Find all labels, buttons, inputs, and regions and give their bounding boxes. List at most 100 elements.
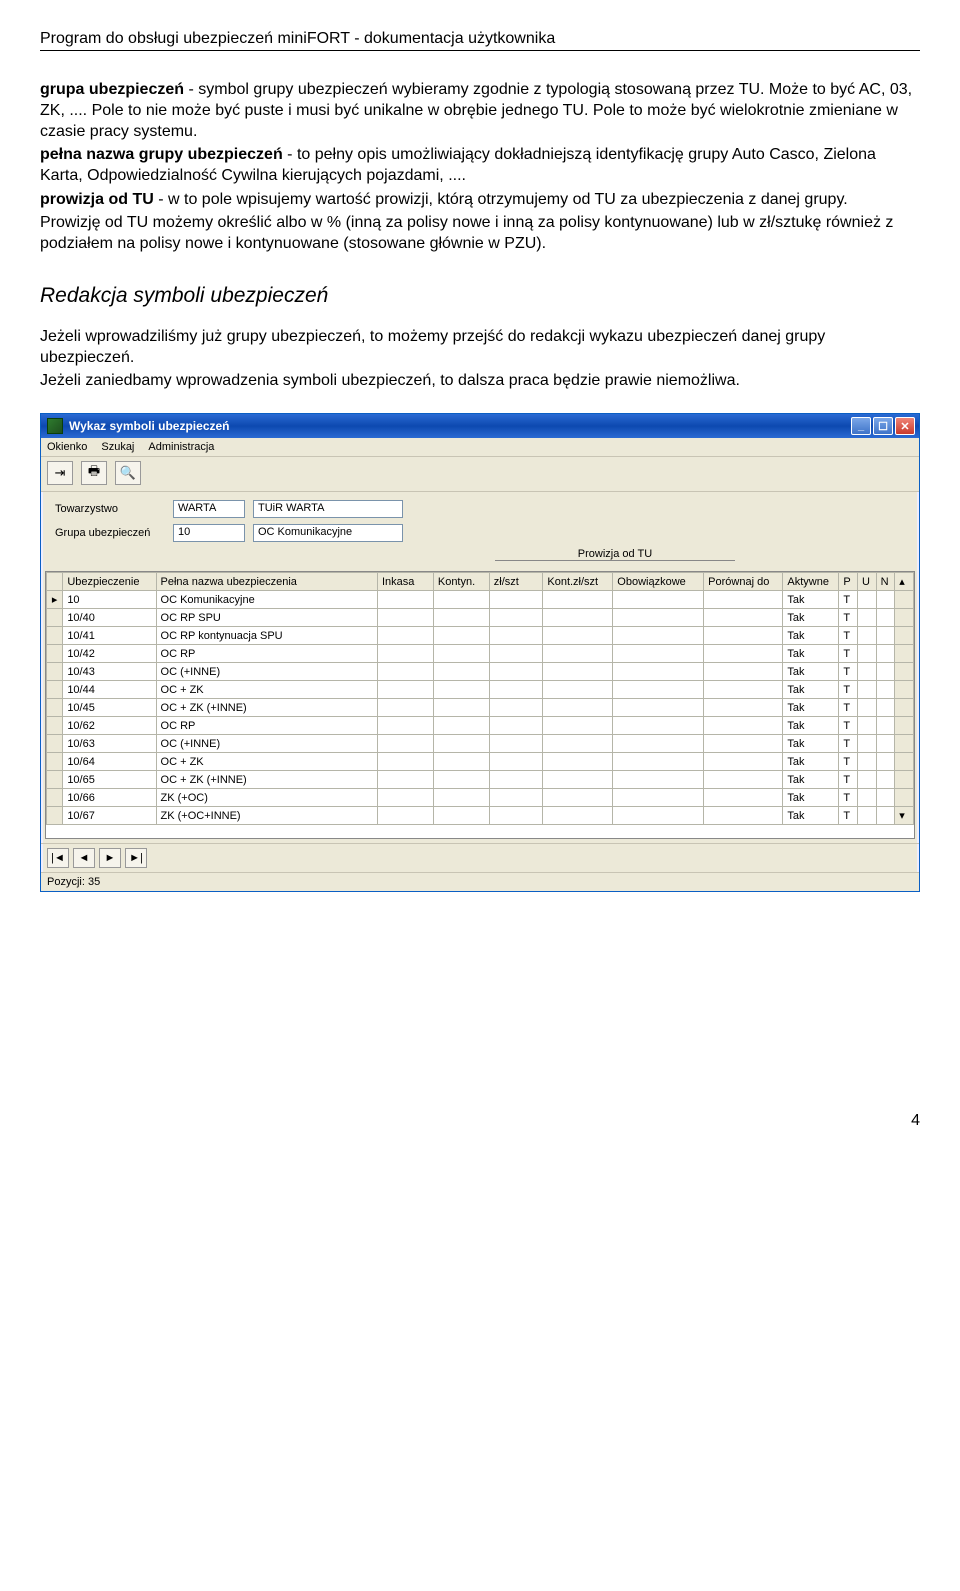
table-row[interactable]: 10/44OC + ZKTakT (47, 681, 914, 699)
cell-p[interactable]: T (839, 735, 858, 753)
cell-kontyn[interactable] (433, 789, 489, 807)
scroll-track[interactable] (895, 627, 914, 645)
cell-porow[interactable] (704, 645, 783, 663)
cell-n[interactable] (876, 663, 895, 681)
cell-n[interactable] (876, 627, 895, 645)
cell-akt[interactable]: Tak (783, 663, 839, 681)
cell-u[interactable] (857, 807, 876, 825)
cell-kontyn[interactable] (433, 735, 489, 753)
cell-inkasa[interactable] (377, 789, 433, 807)
cell-p[interactable]: T (839, 627, 858, 645)
cell-pelna[interactable]: OC RP (156, 717, 377, 735)
close-button[interactable]: ✕ (895, 417, 915, 435)
table-row[interactable]: 10/45OC + ZK (+INNE)TakT (47, 699, 914, 717)
cell-pelna[interactable]: OC (+INNE) (156, 735, 377, 753)
cell-zlszt[interactable] (489, 699, 543, 717)
cell-akt[interactable]: Tak (783, 771, 839, 789)
cell-zlszt[interactable] (489, 663, 543, 681)
cell-obow[interactable] (613, 663, 704, 681)
maximize-button[interactable]: ☐ (873, 417, 893, 435)
cell-obow[interactable] (613, 627, 704, 645)
cell-kontyn[interactable] (433, 663, 489, 681)
nav-prev-button[interactable]: ◄ (73, 848, 95, 868)
scroll-track[interactable] (895, 789, 914, 807)
cell-porow[interactable] (704, 807, 783, 825)
cell-inkasa[interactable] (377, 663, 433, 681)
cell-kontyn[interactable] (433, 699, 489, 717)
cell-n[interactable] (876, 735, 895, 753)
cell-n[interactable] (876, 753, 895, 771)
scroll-track[interactable] (895, 753, 914, 771)
cell-akt[interactable]: Tak (783, 627, 839, 645)
cell-ubez[interactable]: 10 (63, 591, 156, 609)
cell-obow[interactable] (613, 717, 704, 735)
cell-p[interactable]: T (839, 771, 858, 789)
cell-obow[interactable] (613, 681, 704, 699)
hdr-n[interactable]: N (876, 573, 895, 591)
cell-obow[interactable] (613, 753, 704, 771)
titlebar[interactable]: Wykaz symboli ubezpieczeń _ ☐ ✕ (41, 414, 919, 438)
cell-n[interactable] (876, 699, 895, 717)
cell-u[interactable] (857, 771, 876, 789)
cell-p[interactable]: T (839, 717, 858, 735)
cell-akt[interactable]: Tak (783, 681, 839, 699)
cell-ubez[interactable]: 10/63 (63, 735, 156, 753)
cell-obow[interactable] (613, 699, 704, 717)
cell-kontyn[interactable] (433, 645, 489, 663)
cell-n[interactable] (876, 645, 895, 663)
cell-p[interactable]: T (839, 609, 858, 627)
cell-zlszt[interactable] (489, 591, 543, 609)
nav-first-button[interactable]: |◄ (47, 848, 69, 868)
cell-obow[interactable] (613, 789, 704, 807)
cell-porow[interactable] (704, 699, 783, 717)
toolbar-btn-find-icon[interactable]: 🔍 (115, 461, 141, 485)
cell-kontzl[interactable] (543, 699, 613, 717)
cell-obow[interactable] (613, 771, 704, 789)
scroll-track[interactable] (895, 735, 914, 753)
cell-p[interactable]: T (839, 789, 858, 807)
scroll-track[interactable] (895, 717, 914, 735)
cell-p[interactable]: T (839, 753, 858, 771)
cell-obow[interactable] (613, 735, 704, 753)
cell-u[interactable] (857, 591, 876, 609)
cell-p[interactable]: T (839, 591, 858, 609)
cell-inkasa[interactable] (377, 699, 433, 717)
cell-inkasa[interactable] (377, 771, 433, 789)
cell-u[interactable] (857, 645, 876, 663)
hdr-scroll-up-icon[interactable]: ▴ (895, 573, 914, 591)
scroll-track[interactable] (895, 699, 914, 717)
cell-kontyn[interactable] (433, 681, 489, 699)
cell-kontzl[interactable] (543, 609, 613, 627)
cell-obow[interactable] (613, 609, 704, 627)
cell-pelna[interactable]: OC Komunikacyjne (156, 591, 377, 609)
scroll-track[interactable] (895, 645, 914, 663)
cell-u[interactable] (857, 681, 876, 699)
cell-u[interactable] (857, 717, 876, 735)
cell-ubez[interactable]: 10/44 (63, 681, 156, 699)
cell-n[interactable] (876, 771, 895, 789)
cell-akt[interactable]: Tak (783, 789, 839, 807)
cell-pelna[interactable]: ZK (+OC+INNE) (156, 807, 377, 825)
cell-akt[interactable]: Tak (783, 807, 839, 825)
hdr-obow[interactable]: Obowiązkowe (613, 573, 704, 591)
cell-kontzl[interactable] (543, 717, 613, 735)
cell-n[interactable] (876, 609, 895, 627)
toolbar-btn-print-icon[interactable]: 🖶 (81, 461, 107, 485)
hdr-pelna[interactable]: Pełna nazwa ubezpieczenia (156, 573, 377, 591)
table-row[interactable]: ▸10OC KomunikacyjneTakT (47, 591, 914, 609)
scroll-track[interactable] (895, 591, 914, 609)
cell-kontyn[interactable] (433, 609, 489, 627)
cell-u[interactable] (857, 699, 876, 717)
cell-akt[interactable]: Tak (783, 753, 839, 771)
cell-akt[interactable]: Tak (783, 609, 839, 627)
cell-zlszt[interactable] (489, 645, 543, 663)
cell-inkasa[interactable] (377, 753, 433, 771)
cell-p[interactable]: T (839, 645, 858, 663)
cell-n[interactable] (876, 807, 895, 825)
cell-kontyn[interactable] (433, 717, 489, 735)
nav-next-button[interactable]: ► (99, 848, 121, 868)
cell-kontyn[interactable] (433, 627, 489, 645)
table-row[interactable]: 10/63OC (+INNE)TakT (47, 735, 914, 753)
toolbar-btn-exit-icon[interactable]: ⇥ (47, 461, 73, 485)
cell-pelna[interactable]: OC + ZK (+INNE) (156, 771, 377, 789)
